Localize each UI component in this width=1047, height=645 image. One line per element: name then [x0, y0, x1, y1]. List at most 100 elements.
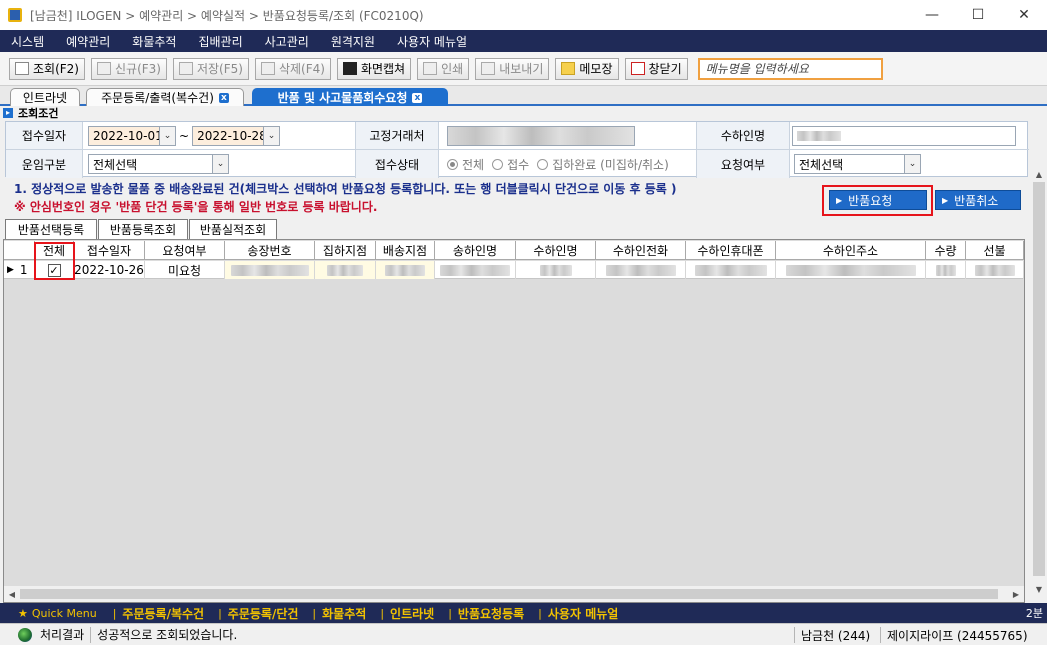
- scrollbar-thumb[interactable]: [1033, 182, 1045, 576]
- radio-pickup-complete[interactable]: [537, 158, 549, 170]
- request-status-select[interactable]: 전체선택 ⌄: [794, 154, 921, 174]
- column-header[interactable]: 송장번호: [225, 241, 315, 260]
- tab-intranet[interactable]: 인트라넷: [10, 88, 80, 106]
- main-panel: ▸ 조회조건 접수일자 2022-10-01 ⌄ ~ 2022-10-28 ⌄ 고정…: [0, 106, 1047, 603]
- notice-line-1: 1. 정상적으로 발송한 물품 중 배송완료된 건(체크박스 선택하여 반품요청…: [14, 182, 677, 196]
- column-header[interactable]: 배송지점: [376, 241, 435, 260]
- menu-reservation[interactable]: 예약관리: [55, 30, 121, 52]
- cell-invoice-no: [225, 261, 315, 279]
- scroll-down-icon[interactable]: ▼: [1031, 581, 1047, 597]
- maximize-button[interactable]: ☐: [955, 0, 1001, 30]
- quick-link-order-single[interactable]: 주문등록/단건: [228, 605, 299, 622]
- cell-pickup-branch: [315, 261, 376, 279]
- menu-accident[interactable]: 사고관리: [254, 30, 320, 52]
- chevron-down-icon[interactable]: ⌄: [159, 126, 175, 145]
- menu-remote-support[interactable]: 원격지원: [320, 30, 386, 52]
- close-button[interactable]: ✕: [1001, 0, 1047, 30]
- cell-receiver-address: [776, 261, 926, 279]
- fare-type-select[interactable]: 전체선택 ⌄: [88, 154, 229, 174]
- return-cancel-button[interactable]: ▶ 반품취소: [935, 190, 1021, 210]
- export-button-label: 내보내기: [499, 62, 544, 76]
- vertical-scrollbar[interactable]: ▲ ▼: [1031, 166, 1047, 597]
- chevron-down-icon[interactable]: ⌄: [904, 155, 920, 173]
- new-button[interactable]: 신규(F3): [90, 57, 167, 80]
- highlight-box: [822, 185, 933, 216]
- table-row[interactable]: ▶ 1 ✓ 2022-10-26 미요청: [4, 261, 1024, 279]
- minimize-button[interactable]: —: [909, 0, 955, 30]
- tab-close-icon[interactable]: x: [218, 92, 229, 103]
- quick-link-return-request[interactable]: 반품요청등록: [458, 605, 524, 622]
- receiver-name-field[interactable]: [792, 125, 1016, 146]
- separator: |: [312, 606, 317, 620]
- menu-delivery[interactable]: 집배관리: [187, 30, 253, 52]
- quick-link-intranet[interactable]: 인트라넷: [390, 605, 434, 622]
- menu-search-input[interactable]: 메뉴명을 입력하세요: [697, 57, 883, 80]
- search-conditions-title: 조회조건: [18, 107, 59, 120]
- new-button-label: 신규(F3): [114, 62, 161, 76]
- scroll-right-icon[interactable]: ▶: [1008, 586, 1024, 602]
- date-to-input[interactable]: 2022-10-28 ⌄: [192, 125, 281, 146]
- separator: |: [448, 606, 452, 620]
- chevron-down-icon[interactable]: ⌄: [212, 155, 228, 173]
- user-info: 제이지라이프 (24455765): [880, 624, 1028, 645]
- tab-return-register-search[interactable]: 반품등록조회: [98, 219, 188, 239]
- masked-text: [539, 264, 572, 276]
- column-header[interactable]: 요청여부: [145, 241, 225, 260]
- masked-text: [440, 264, 510, 276]
- column-header[interactable]: 수량: [926, 241, 966, 260]
- fixed-client-field[interactable]: [447, 125, 635, 146]
- column-header[interactable]: 선불: [966, 241, 1024, 260]
- tab-return-select-register[interactable]: 반품선택등록: [5, 219, 97, 240]
- tab-return-request[interactable]: 반품 및 사고물품회수요청 x: [252, 88, 448, 106]
- return-cancel-label: 반품취소: [954, 193, 999, 208]
- cell-receipt-date: 2022-10-26: [74, 261, 145, 279]
- quick-link-user-manual[interactable]: 사용자 메뉴얼: [548, 605, 618, 622]
- search-button[interactable]: 조회(F2): [9, 57, 85, 80]
- cell-request-status: 미요청: [145, 261, 225, 279]
- quick-link-order-multi[interactable]: 주문등록/복수건: [122, 605, 204, 622]
- radio-all[interactable]: [447, 158, 458, 170]
- column-header[interactable]: 수하인전화: [596, 241, 686, 260]
- receipt-date-cell: 2022-10-01 ⌄ ~ 2022-10-28 ⌄: [83, 122, 356, 150]
- scrollbar-thumb[interactable]: [20, 589, 998, 599]
- menu-tracking[interactable]: 화물추적: [121, 30, 187, 52]
- menu-user-manual[interactable]: 사용자 메뉴얼: [386, 30, 478, 52]
- menu-system[interactable]: 시스템: [0, 30, 55, 52]
- chevron-down-icon[interactable]: ⌄: [263, 126, 280, 145]
- request-status-cell: 전체선택 ⌄: [790, 150, 1029, 178]
- column-header[interactable]: 수하인휴대폰: [686, 241, 776, 260]
- memo-button[interactable]: 메모장: [555, 57, 619, 80]
- tab-order-register-multi[interactable]: 주문등록/출력(복수건) x: [86, 88, 244, 106]
- scroll-up-icon[interactable]: ▲: [1031, 166, 1047, 182]
- column-header[interactable]: 접수일자: [74, 241, 145, 260]
- memo-button-label: 메모장: [579, 62, 613, 76]
- tab-order-register-label: 주문등록/출력(복수건): [101, 91, 214, 105]
- date-range-tilde: ~: [179, 128, 190, 143]
- tab-close-icon[interactable]: x: [412, 92, 423, 103]
- close-window-button[interactable]: 창닫기: [624, 57, 688, 80]
- save-button[interactable]: 저장(F5): [172, 57, 249, 80]
- quick-link-tracking[interactable]: 화물추적: [322, 605, 366, 622]
- print-button[interactable]: 인쇄: [417, 57, 470, 80]
- star-icon: ★: [18, 606, 28, 620]
- branch-name: 남금천 (244): [801, 628, 871, 643]
- column-header[interactable]: 송하인명: [435, 241, 516, 260]
- scroll-left-icon[interactable]: ◀: [4, 586, 20, 602]
- column-header[interactable]: 수하인명: [516, 241, 596, 260]
- save-icon: [178, 62, 193, 75]
- delete-button[interactable]: 삭제(F4): [254, 57, 331, 80]
- horizontal-scrollbar[interactable]: ◀ ▶: [3, 586, 1025, 603]
- screen-capture-button[interactable]: 화면캡쳐: [336, 57, 412, 80]
- column-header[interactable]: 수하인주소: [776, 241, 926, 260]
- date-from-input[interactable]: 2022-10-01 ⌄: [88, 125, 176, 146]
- fixed-client-cell: [439, 122, 697, 150]
- request-status-value: 전체선택: [799, 157, 844, 172]
- tab-return-result-search[interactable]: 반품실적조회: [189, 219, 277, 239]
- column-header[interactable]: 집하지점: [315, 241, 376, 260]
- fare-type-cell: 전체선택 ⌄: [83, 150, 356, 178]
- radio-received[interactable]: [492, 158, 504, 170]
- tab-return-request-label: 반품 및 사고물품회수요청: [277, 91, 408, 105]
- row-number: 1: [19, 263, 28, 277]
- close-window-icon: [630, 62, 645, 75]
- export-button[interactable]: 내보내기: [475, 57, 550, 80]
